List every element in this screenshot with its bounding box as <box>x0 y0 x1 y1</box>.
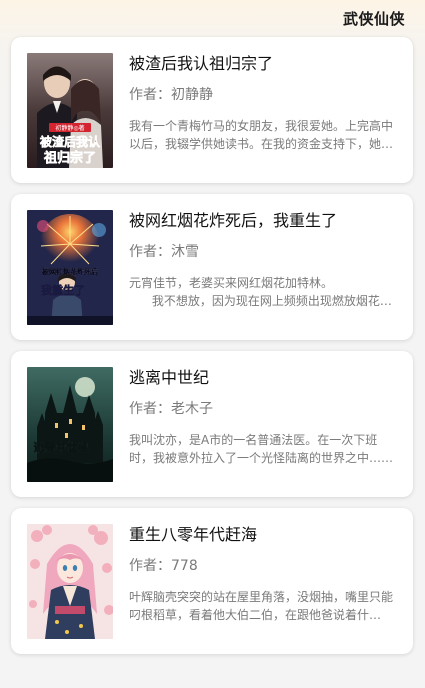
couple-portrait-cover-icon: 初静静◎著 被渣后我认 祖归宗了 <box>27 53 113 168</box>
book-cover[interactable]: 被网红烟花炸死后 我重生了 <box>27 210 113 325</box>
book-list: 初静静◎著 被渣后我认 祖归宗了 被渣后我认祖归宗了 作者：初静静 我有一个青梅… <box>11 37 413 665</box>
anime-girl-blossom-cover-icon <box>27 524 113 639</box>
book-card[interactable]: 被网红烟花炸死后 我重生了 被网红烟花炸死后，我重生了 作者：沐雪 元宵佳节，老… <box>11 194 413 340</box>
svg-text:祖归宗了: 祖归宗了 <box>43 150 96 166</box>
book-author: 作者：778 <box>129 558 198 574</box>
book-cover[interactable]: 初静静◎著 被渣后我认 祖归宗了 <box>27 53 113 168</box>
book-cover[interactable]: 逃离中世纪 <box>27 367 113 482</box>
book-description: 我有一个青梅竹马的女朋友，我很爱她。上完高中以后，我辍学供她读书。在我的资金支持… <box>129 119 394 151</box>
book-cover[interactable] <box>27 524 113 639</box>
book-title[interactable]: 被渣后我认祖归宗了 <box>129 53 399 75</box>
book-description: 叶辉脑壳突突的站在屋里角落，没烟抽，嘴里只能叼根稻草，看着他大伯二伯，在跟他爸说… <box>129 590 394 622</box>
svg-text:被渣后我认: 被渣后我认 <box>40 134 101 149</box>
top-bar: 武侠仙侠 <box>0 0 425 36</box>
category-tab[interactable]: 武侠仙侠 <box>343 8 405 29</box>
book-author: 作者：老木子 <box>129 401 213 417</box>
book-card[interactable]: 初静静◎著 被渣后我认 祖归宗了 被渣后我认祖归宗了 作者：初静静 我有一个青梅… <box>11 37 413 183</box>
fireworks-cover-icon: 被网红烟花炸死后 我重生了 <box>27 210 113 325</box>
book-title[interactable]: 重生八零年代赶海 <box>129 524 399 546</box>
book-title[interactable]: 被网红烟花炸死后，我重生了 <box>129 210 399 232</box>
castle-night-cover-icon: 逃离中世纪 <box>27 367 113 482</box>
book-card[interactable]: 逃离中世纪 逃离中世纪 作者：老木子 我叫沈亦，是A市的一名普通法医。在一次下班… <box>11 351 413 497</box>
book-card[interactable]: 重生八零年代赶海 作者：778 叶辉脑壳突突的站在屋里角落，没烟抽，嘴里只能叼根… <box>11 508 413 654</box>
cover-text-top: 被网红烟花炸死后 <box>42 267 98 276</box>
cover-text-top: 初静静◎著 <box>55 124 84 132</box>
book-title[interactable]: 逃离中世纪 <box>129 367 399 389</box>
book-description: 元宵佳节，老婆买来网红烟花加特林。 我不想放，因为现在网上频频出现燃放烟花被炸伤… <box>129 276 392 308</box>
book-author: 作者：沐雪 <box>129 244 199 260</box>
cover-text-main: 逃离中世纪 <box>34 440 89 454</box>
book-description: 我叫沈亦，是A市的一名普通法医。在一次下班时，我被意外拉入了一个光怪陆离的世界之… <box>129 433 394 465</box>
cover-text-main: 我重生了 <box>41 283 85 297</box>
book-author: 作者：初静静 <box>129 87 213 103</box>
